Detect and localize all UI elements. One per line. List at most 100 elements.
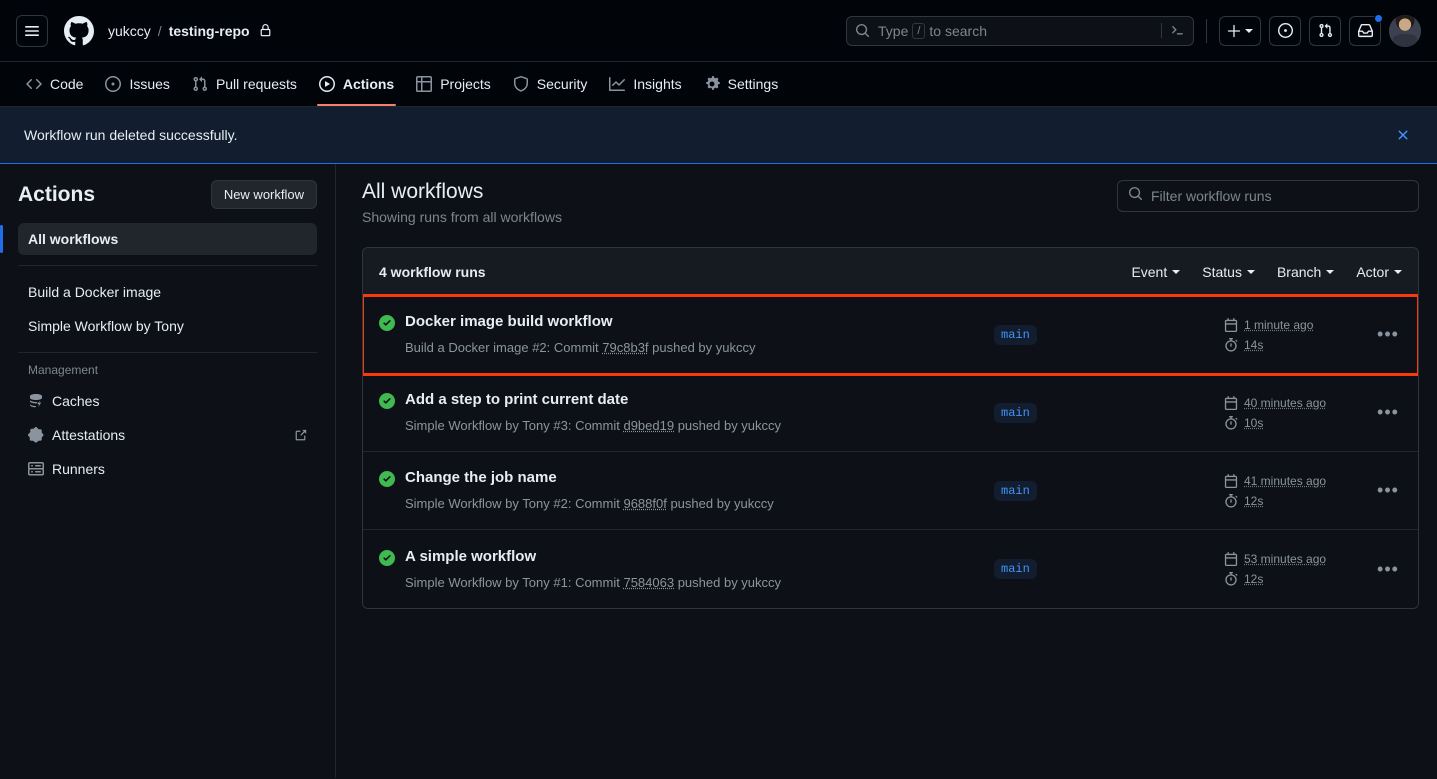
- plus-icon: [1227, 24, 1241, 37]
- run-info: Add a step to print current date Simple …: [379, 390, 994, 435]
- sidebar-item-runners[interactable]: Runners: [18, 453, 317, 485]
- tab-projects[interactable]: Projects: [406, 62, 501, 106]
- sidebar-item-build-a-docker-image[interactable]: Build a Docker image: [18, 276, 317, 308]
- new-workflow-button[interactable]: New workflow: [210, 180, 317, 209]
- run-number: #1: [553, 574, 568, 590]
- github-logo[interactable]: [64, 15, 94, 46]
- run-pushed-by: pushed by yukccy: [666, 496, 774, 511]
- run-title[interactable]: Change the job name: [405, 468, 774, 488]
- branch-badge[interactable]: main: [994, 480, 1037, 501]
- hamburger-menu-button[interactable]: [16, 14, 48, 47]
- sidebar-item-caches[interactable]: Caches: [18, 385, 317, 417]
- terminal-icon[interactable]: [1161, 23, 1185, 38]
- run-time-value: 40 minutes ago: [1244, 395, 1327, 410]
- filter-branch-dropdown[interactable]: Branch: [1277, 264, 1335, 280]
- chevron-down-icon: [1172, 269, 1181, 274]
- table-row[interactable]: A simple workflow Simple Workflow by Ton…: [363, 530, 1418, 608]
- verified-icon: [28, 427, 44, 443]
- main-content: All workflows Showing runs from all work…: [336, 164, 1437, 778]
- page-title: All workflows: [362, 180, 484, 203]
- tab-security[interactable]: Security: [503, 62, 598, 106]
- run-options-button[interactable]: •••: [1374, 399, 1402, 427]
- sidebar-header: Actions New workflow: [18, 180, 317, 209]
- table-row[interactable]: Change the job name Simple Workflow by T…: [363, 452, 1418, 530]
- github-mark-icon: [64, 15, 94, 45]
- breadcrumb-repo[interactable]: testing-repo: [169, 23, 250, 39]
- external-link-icon: [294, 429, 307, 442]
- run-title[interactable]: Add a step to print current date: [405, 390, 781, 410]
- tab-actions-label: Actions: [342, 76, 395, 92]
- create-new-button[interactable]: [1219, 15, 1261, 46]
- run-options-button[interactable]: •••: [1374, 321, 1402, 349]
- run-options-button[interactable]: •••: [1374, 477, 1402, 505]
- tab-settings[interactable]: Settings: [694, 62, 789, 106]
- tab-issues[interactable]: Issues: [95, 62, 179, 106]
- run-duration: 14s: [1224, 337, 1374, 352]
- notifications-button[interactable]: [1349, 13, 1383, 46]
- branch-badge[interactable]: main: [994, 402, 1037, 423]
- run-duration: 12s: [1224, 572, 1374, 586]
- run-commit-sha[interactable]: d9bed19: [623, 418, 674, 433]
- run-title[interactable]: A simple workflow: [405, 547, 781, 567]
- main-header-text: All workflows Showing runs from all work…: [362, 180, 562, 225]
- run-info: Change the job name Simple Workflow by T…: [379, 468, 994, 513]
- sidebar-item-attestations[interactable]: Attestations: [18, 419, 317, 451]
- run-timing: 41 minutes ago 12s: [1224, 473, 1374, 508]
- flash-close-button[interactable]: [1389, 121, 1417, 149]
- run-info: A simple workflow Simple Workflow by Ton…: [379, 547, 994, 592]
- branch-badge[interactable]: main: [994, 559, 1037, 579]
- table-row[interactable]: Add a step to print current date Simple …: [363, 374, 1418, 452]
- sidebar-title: Actions: [18, 182, 96, 206]
- notification-indicator: [1374, 13, 1383, 23]
- tab-insights-label: Insights: [633, 76, 682, 92]
- run-branch: main: [994, 324, 1224, 345]
- sidebar-item-all-workflows[interactable]: All workflows: [0, 223, 317, 255]
- run-text: A simple workflow Simple Workflow by Ton…: [405, 547, 781, 592]
- sidebar-item-label: All workflows: [28, 231, 119, 247]
- run-workflow-name: Simple Workflow by Tony: [405, 574, 550, 590]
- filter-status-dropdown[interactable]: Status: [1202, 264, 1255, 280]
- run-commit-sha[interactable]: 7584063: [623, 575, 674, 590]
- run-title[interactable]: Docker image build workflow: [405, 312, 756, 332]
- tab-code[interactable]: Code: [16, 62, 93, 106]
- run-pushed-by: pushed by yukccy: [674, 574, 782, 590]
- global-header: yukccy / testing-repo Type / to search: [0, 0, 1437, 62]
- graph-icon: [609, 77, 626, 91]
- filter-event-dropdown[interactable]: Event: [1131, 264, 1181, 280]
- filter-status-label: Status: [1202, 263, 1242, 280]
- tab-pull-requests[interactable]: Pull requests: [182, 62, 307, 106]
- filter-input-field[interactable]: [1151, 188, 1408, 204]
- branch-badge[interactable]: main: [994, 324, 1037, 345]
- tab-pull-requests-label: Pull requests: [215, 76, 297, 92]
- run-commit-sha[interactable]: 79c8b3f: [602, 340, 648, 355]
- pull-requests-button[interactable]: [1309, 15, 1341, 46]
- run-time-ago: 53 minutes ago: [1224, 552, 1374, 566]
- filter-workflow-runs-input[interactable]: [1117, 180, 1419, 212]
- run-options-button[interactable]: •••: [1374, 555, 1402, 583]
- sidebar-item-simple-workflow-by-tony[interactable]: Simple Workflow by Tony: [18, 310, 317, 342]
- tab-insights[interactable]: Insights: [599, 62, 691, 106]
- avatar[interactable]: [1389, 14, 1421, 47]
- issues-button[interactable]: [1269, 15, 1301, 46]
- search-input[interactable]: Type / to search: [846, 15, 1194, 46]
- tab-actions[interactable]: Actions: [309, 62, 404, 106]
- chevron-down-icon: [1326, 269, 1335, 274]
- table-row[interactable]: Docker image build workflow Build a Dock…: [363, 294, 1418, 376]
- sidebar: Actions New workflow All workflows Build…: [0, 164, 336, 778]
- tab-code-label: Code: [50, 76, 84, 92]
- run-commit-sha[interactable]: 9688f0f: [623, 496, 666, 511]
- run-number: #2: [553, 496, 568, 511]
- run-workflow-name: Simple Workflow by Tony: [405, 496, 550, 511]
- filter-actor-dropdown[interactable]: Actor: [1356, 264, 1402, 280]
- calendar-icon: [1224, 473, 1238, 488]
- close-icon: [1398, 130, 1408, 140]
- run-number: #2: [532, 340, 547, 355]
- tab-settings-label: Settings: [727, 76, 779, 92]
- run-time-value: 1 minute ago: [1244, 317, 1314, 332]
- header-actions: Type / to search: [846, 0, 1421, 61]
- breadcrumb-owner[interactable]: yukccy: [108, 23, 151, 39]
- sidebar-item-label: Simple Workflow by Tony: [28, 318, 184, 334]
- server-icon: [28, 462, 44, 476]
- success-check-icon: [379, 393, 395, 409]
- search-icon: [855, 23, 870, 38]
